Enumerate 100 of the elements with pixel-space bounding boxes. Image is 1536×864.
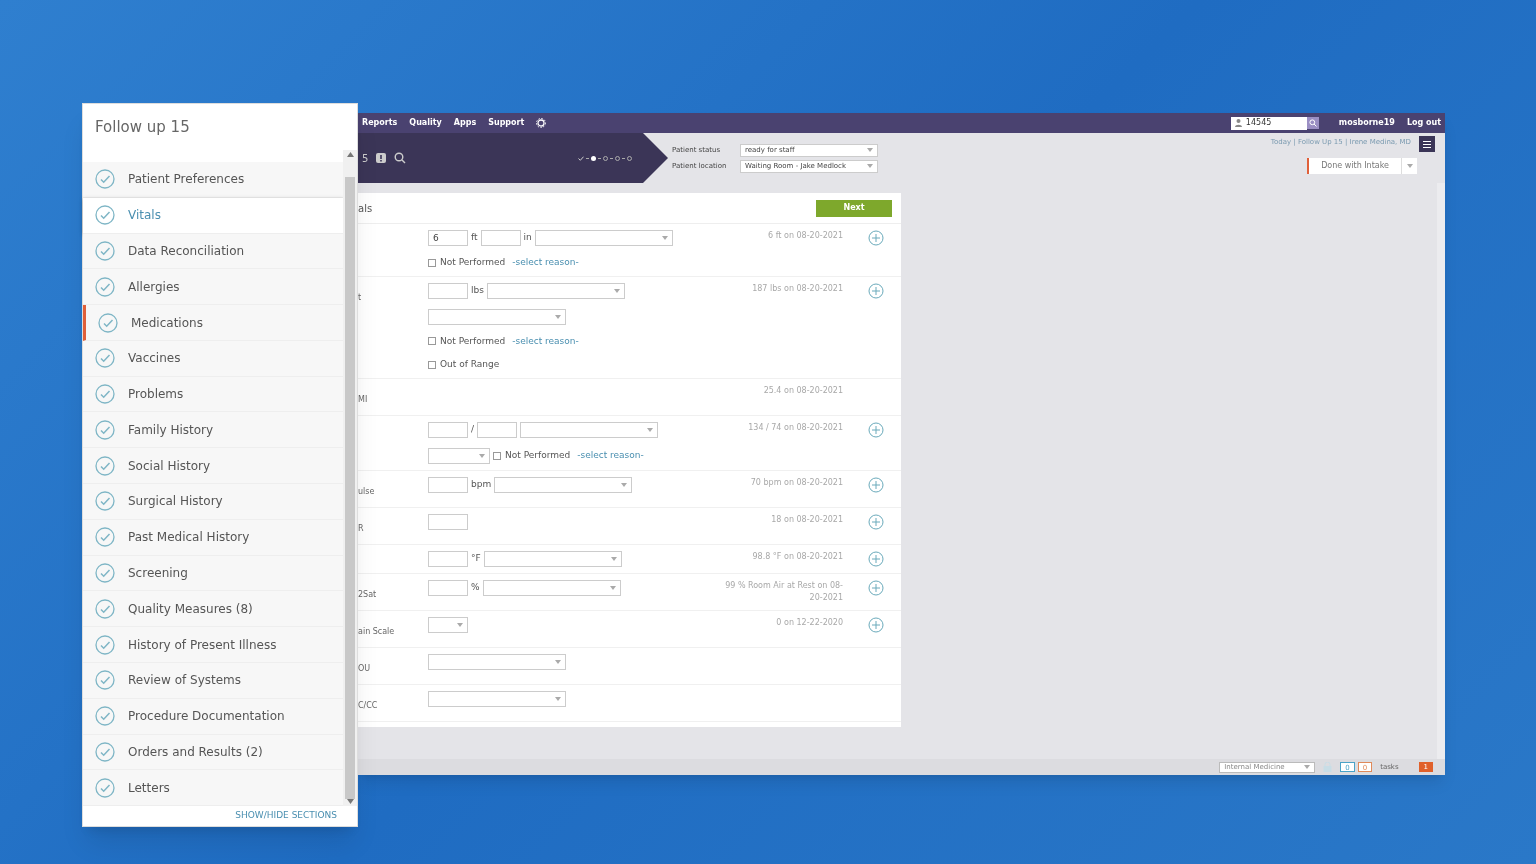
nav-menu-item[interactable]: Quality: [409, 117, 442, 129]
select-field[interactable]: [494, 476, 633, 493]
nav-menu-item[interactable]: Support: [488, 117, 525, 129]
add-circle-icon[interactable]: [868, 476, 884, 493]
add-circle-icon[interactable]: [868, 579, 884, 596]
section-item[interactable]: Medications: [83, 305, 343, 341]
dropdown-button[interactable]: [1401, 158, 1417, 174]
unit-label: in: [523, 231, 532, 245]
add-circle-icon[interactable]: [868, 421, 884, 438]
check-circle-icon: [95, 706, 115, 727]
select-field[interactable]: [428, 308, 566, 325]
person-icon: [1234, 119, 1242, 127]
vital-label: ain Scale: [358, 626, 395, 636]
unit-label: lbs: [471, 283, 484, 297]
input-field[interactable]: [428, 282, 468, 299]
logout-link[interactable]: Log out: [1406, 117, 1441, 129]
settings-icon[interactable]: [536, 118, 547, 128]
section-item[interactable]: Letters: [83, 770, 343, 807]
select-field[interactable]: [428, 690, 566, 707]
select-field[interactable]: [482, 579, 621, 596]
section-item[interactable]: Quality Measures (8): [83, 591, 343, 628]
section-item[interactable]: Family History: [83, 412, 343, 449]
select-reason-link[interactable]: -select reason-: [512, 256, 579, 270]
section-item[interactable]: Problems: [83, 376, 343, 413]
section-item[interactable]: Social History: [83, 448, 343, 485]
done-with-intake-button[interactable]: Done with Intake: [1307, 158, 1401, 174]
select-reason-link[interactable]: -select reason-: [577, 448, 644, 463]
caret-icon: [867, 164, 873, 168]
input-field[interactable]: [428, 579, 468, 596]
input-field[interactable]: [428, 476, 468, 493]
patient-search-field[interactable]: 14545: [1230, 116, 1307, 130]
select-field[interactable]: [483, 550, 622, 567]
search-icon[interactable]: [394, 152, 407, 164]
menu-button[interactable]: [1419, 136, 1435, 152]
select-field[interactable]: [428, 653, 566, 670]
vital-label: t: [358, 292, 362, 302]
caret-icon: [647, 427, 654, 432]
caret-icon: [479, 453, 485, 458]
check-circle-icon: [95, 384, 115, 405]
check-circle-icon: [95, 634, 115, 655]
input-field[interactable]: [477, 421, 518, 438]
encounter-number: 5: [362, 151, 369, 166]
alert-icon[interactable]: [376, 153, 387, 163]
caret-icon: [457, 622, 463, 627]
check-circle-icon: [95, 777, 115, 798]
check-circle-icon: [98, 312, 118, 333]
caret-icon: [555, 659, 561, 664]
check-circle-icon: [95, 240, 115, 261]
add-circle-icon[interactable]: [868, 616, 884, 633]
section-item[interactable]: Vitals: [83, 197, 343, 234]
select-field[interactable]: [428, 616, 468, 633]
unit-label: ft: [471, 231, 478, 245]
section-item[interactable]: History of Present Illness: [83, 627, 343, 663]
unit-label: °F: [471, 551, 481, 565]
input-field[interactable]: [480, 230, 521, 246]
input-field[interactable]: [428, 550, 468, 567]
last-reading: 134 / 74 on 08-20-2021: [747, 421, 843, 434]
caret-icon: [661, 236, 668, 240]
section-item[interactable]: Procedure Documentation: [83, 698, 343, 735]
unit-label: /: [471, 422, 475, 436]
input-field[interactable]: 6: [428, 230, 468, 246]
add-circle-icon[interactable]: [868, 513, 884, 530]
check-circle-icon: [95, 741, 115, 762]
vital-label: ulse: [358, 486, 375, 496]
add-circle-icon[interactable]: [868, 230, 884, 246]
section-item[interactable]: Screening: [83, 555, 343, 592]
username: mosborne19: [1338, 117, 1395, 129]
select-field[interactable]: [520, 421, 659, 438]
show-hide-sections-link[interactable]: SHOW/HIDE SECTIONS: [235, 809, 337, 823]
search-icon: [1308, 119, 1317, 127]
section-item[interactable]: Review of Systems: [83, 662, 343, 699]
section-title: als: [358, 201, 373, 216]
section-item[interactable]: Allergies: [83, 269, 343, 306]
check-circle-icon: [95, 348, 115, 369]
add-circle-icon[interactable]: [868, 550, 884, 567]
section-item[interactable]: Past Medical History: [83, 519, 343, 556]
section-item[interactable]: Vaccines: [83, 340, 343, 377]
caret-icon: [1406, 164, 1413, 168]
nav-menu-item[interactable]: Apps: [453, 117, 477, 129]
section-item[interactable]: Patient Preferences: [83, 162, 343, 198]
scroll-up-icon[interactable]: [346, 152, 354, 157]
section-item[interactable]: Data Reconciliation: [83, 233, 343, 270]
select-field[interactable]: [486, 282, 625, 299]
input-field[interactable]: [428, 513, 468, 530]
input-field[interactable]: [428, 421, 468, 438]
section-item[interactable]: Orders and Results (2): [83, 734, 343, 771]
unit-label: bpm: [471, 477, 492, 491]
scrollbar-thumb[interactable]: [345, 177, 355, 799]
select-field[interactable]: [534, 230, 673, 246]
checkbox[interactable]: Not Performed: [428, 256, 506, 270]
checkbox[interactable]: Out of Range: [428, 358, 500, 372]
add-circle-icon[interactable]: [868, 282, 884, 299]
select-field[interactable]: [428, 447, 490, 464]
section-item[interactable]: Surgical History: [83, 484, 343, 520]
check-circle-icon: [95, 491, 115, 512]
checkbox[interactable]: Not Performed: [493, 448, 571, 463]
nav-menu-item[interactable]: Reports: [362, 117, 398, 129]
checkbox[interactable]: Not Performed: [428, 334, 506, 348]
select-reason-link[interactable]: -select reason-: [512, 334, 579, 348]
caret-icon: [555, 696, 561, 701]
